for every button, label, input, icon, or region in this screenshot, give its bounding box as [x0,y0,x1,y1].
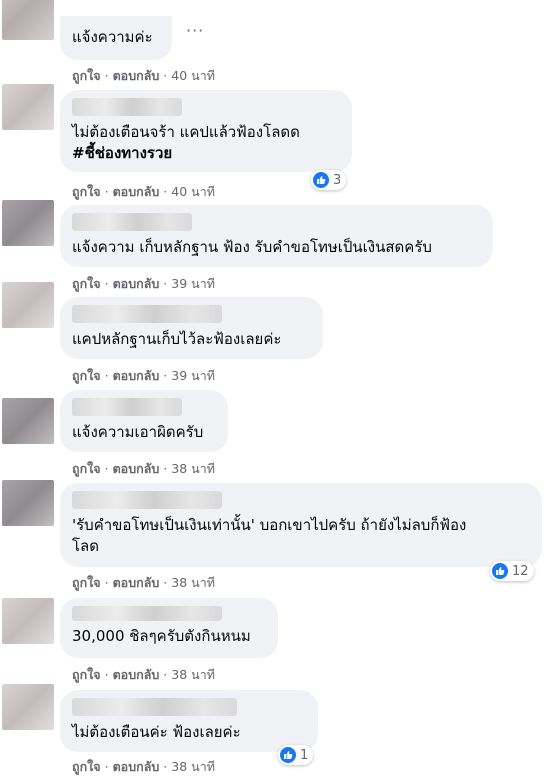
author-name[interactable] [72,606,222,621]
reply-button[interactable]: ตอบกลับ [113,667,160,682]
like-button[interactable]: ถูกใจ [72,68,101,83]
author-name[interactable] [72,698,237,716]
comment-bubble: 'รับคำขอโทษเป็นเงินเท่านั้น' บอกเขาไปครั… [60,483,542,567]
author-name[interactable] [72,491,222,509]
comment-text: 'รับคำขอโทษเป็นเงินเท่านั้น' บอกเขาไปครั… [72,516,467,555]
comment-bubble: 30,000 ชิลๆครับตังกินหนม [60,598,278,658]
comment-actions: ถูกใจ · ตอบกลับ · 39 นาที [72,276,215,291]
avatar[interactable] [2,598,54,644]
timestamp[interactable]: 38 นาที [171,461,215,476]
reply-button[interactable]: ตอบกลับ [113,68,160,83]
avatar[interactable] [2,684,54,730]
reply-button[interactable]: ตอบกลับ [113,276,160,291]
timestamp[interactable]: 40 นาที [171,68,215,83]
avatar[interactable] [2,0,54,40]
like-button[interactable]: ถูกใจ [72,461,101,476]
comment-actions: ถูกใจ · ตอบกลับ · 38 นาที [72,667,215,682]
like-reaction-icon [280,747,296,763]
comment-bubble: แคปหลักฐานเก็บไว้ละฟ้องเลยค่ะ [60,297,323,359]
comment-text: ไม่ต้องเตือนจร้า แคปแล้วฟ้องโลดด [72,123,300,141]
like-button[interactable]: ถูกใจ [72,368,101,383]
like-reaction-icon [492,563,508,579]
avatar[interactable] [2,200,54,246]
comment-actions: ถูกใจ · ตอบกลับ · 38 นาที [72,759,215,774]
avatar[interactable] [2,282,54,328]
reply-button[interactable]: ตอบกลับ [113,575,160,590]
comment-text: แจ้งความ เก็บหลักฐาน ฟ้อง รับคำขอโทษเป็น… [72,238,432,256]
like-button[interactable]: ถูกใจ [72,759,101,774]
reply-button[interactable]: ตอบกลับ [113,184,160,199]
comment-bubble: แจ้งความ เก็บหลักฐาน ฟ้อง รับคำขอโทษเป็น… [60,205,493,267]
timestamp[interactable]: 40 นาที [171,184,215,199]
comment-actions: ถูกใจ · ตอบกลับ · 38 นาที [72,575,215,590]
avatar[interactable] [2,398,54,444]
reply-button[interactable]: ตอบกลับ [113,368,160,383]
comment-actions: ถูกใจ · ตอบกลับ · 40 นาที [72,68,215,83]
like-button[interactable]: ถูกใจ [72,184,101,199]
reaction-count[interactable]: 3 [311,170,347,190]
author-name[interactable] [72,398,182,416]
like-button[interactable]: ถูกใจ [72,276,101,291]
like-button[interactable]: ถูกใจ [72,667,101,682]
reaction-count[interactable]: 12 [490,561,534,581]
avatar[interactable] [2,480,54,526]
timestamp[interactable]: 38 นาที [171,759,215,774]
avatar[interactable] [2,84,54,130]
reply-button[interactable]: ตอบกลับ [113,759,160,774]
author-name[interactable] [72,305,222,323]
comment-text: ไม่ต้องเตือนค่ะ ฟ้องเลยค่ะ [72,723,241,741]
like-button[interactable]: ถูกใจ [72,575,101,590]
comment-actions: ถูกใจ · ตอบกลับ · 38 นาที [72,461,215,476]
hashtag-link[interactable]: #ชี้ช่องทางรวย [72,144,172,162]
like-reaction-icon [313,172,329,188]
comment-bubble: แจ้งความเอาผิดครับ [60,390,228,452]
reply-button[interactable]: ตอบกลับ [113,461,160,476]
comment-text: แจ้งความค่ะ [72,28,153,46]
comment-bubble: แจ้งความค่ะ [60,16,172,60]
comment-text: แคปหลักฐานเก็บไว้ละฟ้องเลยค่ะ [72,330,282,348]
timestamp[interactable]: 39 นาที [171,276,215,291]
comment-actions: ถูกใจ · ตอบกลับ · 39 นาที [72,368,215,383]
comment-text: 30,000 ชิลๆครับตังกินหนม [72,627,251,645]
timestamp[interactable]: 38 นาที [171,575,215,590]
reaction-count[interactable]: 1 [278,745,314,765]
comment-actions: ถูกใจ · ตอบกลับ · 40 นาที [72,184,215,199]
timestamp[interactable]: 38 นาที [171,667,215,682]
comment-bubble: ไม่ต้องเตือนจร้า แคปแล้วฟ้องโลดด #ชี้ช่อ… [60,90,352,172]
comment-text: แจ้งความเอาผิดครับ [72,423,204,441]
author-name[interactable] [72,98,182,116]
timestamp[interactable]: 39 นาที [171,368,215,383]
author-name[interactable] [72,213,192,231]
more-options-icon[interactable]: ··· [186,21,204,40]
comment-bubble: ไม่ต้องเตือนค่ะ ฟ้องเลยค่ะ [60,690,318,752]
